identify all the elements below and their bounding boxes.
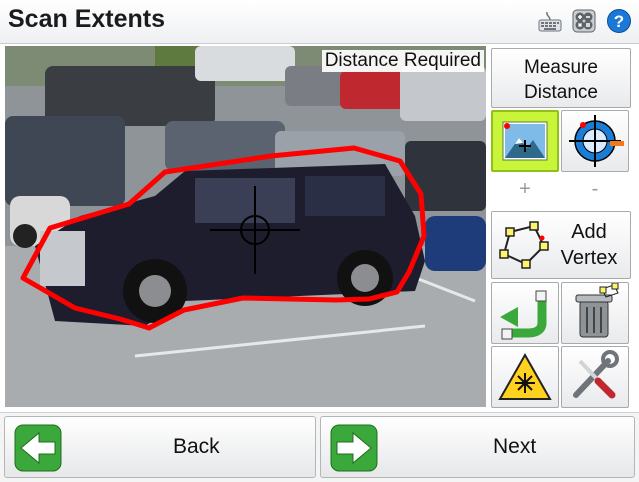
back-button[interactable]: Back — [4, 416, 316, 478]
trash-icon — [575, 283, 619, 338]
crosshair-icon — [210, 186, 300, 274]
back-label: Back — [173, 435, 220, 458]
distance-required-label: Distance Required — [321, 50, 484, 72]
measure-distance-button[interactable]: Measure Distance — [491, 48, 631, 108]
zoom-in-icon — [502, 121, 548, 161]
add-vertex-icon — [499, 221, 549, 269]
camera-viewport[interactable]: Distance Required — [5, 46, 486, 407]
keyboard-icon[interactable] — [537, 8, 563, 34]
zoom-in-label: + — [519, 178, 531, 200]
next-button[interactable]: Next — [320, 416, 635, 478]
laser-button[interactable] — [491, 346, 559, 408]
add-vertex-button[interactable]: Add Vertex — [491, 211, 631, 279]
next-arrow-icon — [330, 424, 378, 472]
zoom-out-icon — [569, 115, 624, 167]
page-title: Scan Extents — [8, 5, 166, 33]
delete-button[interactable] — [561, 282, 629, 344]
svg-text:?: ? — [614, 12, 624, 31]
next-label: Next — [493, 435, 537, 458]
back-arrow-icon — [14, 424, 62, 472]
zoom-out-label: - — [591, 178, 599, 200]
measure-label-line2: Distance — [524, 82, 598, 103]
zoom-out-button[interactable] — [561, 110, 629, 172]
add-vertex-label-line2: Vertex — [560, 247, 618, 269]
laser-warning-icon — [498, 352, 552, 400]
tools-icon — [573, 350, 619, 399]
title-bar: Scan Extents ? — [0, 0, 639, 44]
calculator-icon[interactable] — [571, 8, 597, 34]
settings-button[interactable] — [561, 346, 629, 408]
add-vertex-label-line1: Add — [571, 221, 607, 243]
undo-vertex-button[interactable] — [491, 282, 559, 344]
undo-arrow-icon — [500, 290, 547, 340]
zoom-in-button[interactable] — [491, 110, 559, 172]
help-icon[interactable]: ? — [606, 8, 632, 34]
measure-label-line1: Measure — [524, 57, 598, 78]
